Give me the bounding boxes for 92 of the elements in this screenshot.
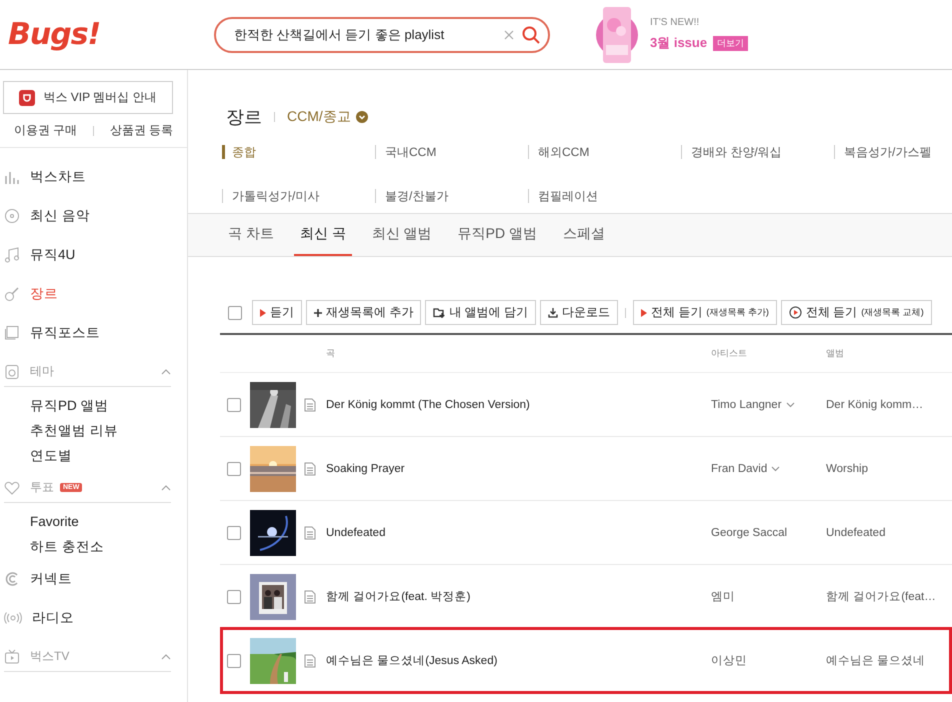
row-checkbox[interactable] — [227, 462, 241, 476]
lyrics-icon[interactable] — [304, 654, 316, 668]
song-title[interactable]: 함께 걸어가요(feat. 박정훈) — [326, 589, 711, 604]
sidebar-item[interactable]: 라디오 — [0, 598, 187, 637]
magazine-drawing[interactable] — [596, 4, 638, 64]
radio-icon — [4, 612, 22, 624]
sidebar-link[interactable]: 상품권 등록 — [110, 122, 174, 139]
sidebar-subitem[interactable]: 하트 충전소 — [0, 534, 187, 559]
lyrics-icon[interactable] — [304, 590, 316, 604]
tab[interactable]: 스페셜 — [557, 214, 612, 256]
subgenre-link[interactable]: 해외CCM — [528, 145, 590, 159]
search-field[interactable]: 한적한 산책길에서 듣기 좋은 playlist — [214, 16, 550, 52]
album-name[interactable]: 예수님은 물으셨네 — [826, 653, 952, 668]
tab[interactable]: 뮤직PD 앨범 — [452, 214, 544, 256]
row-checkbox[interactable] — [227, 654, 241, 668]
sidebar-subitem[interactable]: Favorite — [0, 509, 187, 534]
column-header: 아티스트 — [711, 347, 747, 360]
chevron-down-icon — [356, 110, 368, 122]
artist-name[interactable]: Fran David — [711, 462, 826, 474]
subgenre-link[interactable]: 불경/찬불가 — [375, 188, 448, 202]
sidebar-item[interactable]: 벅스차트 — [0, 157, 187, 196]
collapse-icon[interactable] — [161, 654, 171, 660]
tab[interactable]: 곡 차트 — [222, 214, 280, 256]
toolbar-button[interactable]: 재생목록에 추가 — [306, 300, 422, 325]
subgenre-link[interactable]: 복음성가/가스펠 — [834, 145, 932, 159]
connect-icon — [4, 570, 20, 586]
lyrics-icon[interactable] — [304, 526, 316, 540]
song-title[interactable]: Der König kommt (The Chosen Version) — [326, 398, 711, 410]
lyrics-icon[interactable] — [304, 398, 316, 412]
sidebar-item[interactable]: 뮤직포스트 — [0, 313, 187, 352]
toolbar-button[interactable]: 전체 듣기 (재생목록 추가) — [633, 300, 777, 325]
artist-name[interactable]: Timo Langner — [711, 398, 826, 410]
collapse-icon[interactable] — [161, 368, 171, 374]
subgenre-link[interactable]: 컴필레이션 — [528, 188, 598, 202]
promo-eyebrow: IT'S NEW!! — [650, 17, 700, 28]
toolbar-button[interactable]: 다운로드 — [540, 300, 618, 325]
play-icon — [641, 308, 648, 316]
sidebar-item[interactable]: 뮤직4U — [0, 235, 187, 274]
row-checkbox[interactable] — [227, 590, 241, 604]
toolbar-button[interactable]: 전체 듣기 (재생목록 교체) — [780, 300, 932, 325]
row-checkbox[interactable] — [227, 526, 241, 540]
toolbar-button[interactable]: 듣기 — [252, 300, 302, 325]
sidebar-item[interactable]: 장르 — [0, 274, 187, 313]
promo-title[interactable]: 3월 issue — [650, 34, 708, 52]
sidebar-subitem[interactable]: 추천앨범 리뷰 — [0, 418, 187, 443]
clear-icon[interactable] — [504, 30, 514, 40]
page-title: 장르 — [226, 106, 262, 128]
column-header: 곡 — [326, 347, 335, 360]
tab[interactable]: 최신 앨범 — [366, 214, 438, 256]
download-icon — [548, 308, 558, 318]
play-icon — [260, 308, 266, 316]
search-icon[interactable] — [522, 26, 540, 44]
chevron-down-icon[interactable] — [771, 466, 780, 472]
artist-name[interactable]: 엠미 — [711, 589, 826, 604]
lyrics-icon[interactable] — [304, 462, 316, 476]
logo[interactable]: Bugs! — [0, 17, 214, 52]
chevron-down-icon[interactable] — [786, 402, 795, 408]
subgenre-link[interactable]: 가톨릭성가/미사 — [222, 188, 320, 202]
tv-icon — [4, 648, 20, 664]
subgenre-link[interactable]: 종합 — [222, 145, 256, 159]
toolbar-button[interactable]: 내 앨범에 담기 — [425, 300, 536, 325]
album-name[interactable]: Undefeated — [826, 526, 952, 538]
row-checkbox[interactable] — [227, 398, 241, 412]
album-name[interactable]: 함께 걸어가요(feat… — [826, 589, 952, 604]
column-header: 앨범 — [826, 347, 844, 360]
tab[interactable]: 최신 곡 — [294, 214, 352, 256]
category-dropdown[interactable]: CCM/종교 — [287, 108, 368, 126]
vip-membership-button[interactable]: 벅스 VIP 멤버십 안내 — [3, 81, 173, 114]
disc-icon — [4, 208, 20, 224]
artist-name[interactable]: 이상민 — [711, 653, 826, 668]
plus-icon — [314, 308, 322, 316]
music-note-icon — [4, 246, 20, 262]
folder-plus-icon — [433, 307, 446, 318]
sidebar-item[interactable]: 최신 음악 — [0, 196, 187, 235]
subgenre-link[interactable]: 국내CCM — [375, 145, 436, 159]
album-name[interactable]: Worship — [826, 462, 952, 474]
album-name[interactable]: Der König komm… — [826, 398, 952, 410]
speaker-icon — [4, 364, 20, 380]
song-title[interactable]: 예수님은 물으셨네(Jesus Asked) — [326, 653, 711, 668]
subgenre-link[interactable]: 경배와 찬양/워십 — [681, 145, 782, 159]
artist-name[interactable]: George Saccal — [711, 526, 826, 538]
heart-icon — [4, 480, 20, 494]
sidebar-link[interactable]: 이용권 구매 — [14, 122, 78, 139]
song-title[interactable]: Soaking Prayer — [326, 462, 711, 474]
logo-icon — [19, 90, 36, 106]
sidebar-subitem[interactable]: 연도별 — [0, 443, 187, 468]
sidebar-subitem[interactable]: 뮤직PD 앨범 — [0, 393, 187, 418]
collapse-icon[interactable] — [161, 484, 171, 490]
bar-chart-icon — [4, 170, 20, 184]
select-all-checkbox[interactable] — [228, 306, 242, 320]
song-title[interactable]: Undefeated — [326, 526, 711, 538]
sidebar-item[interactable]: 커넥트 — [0, 559, 187, 598]
